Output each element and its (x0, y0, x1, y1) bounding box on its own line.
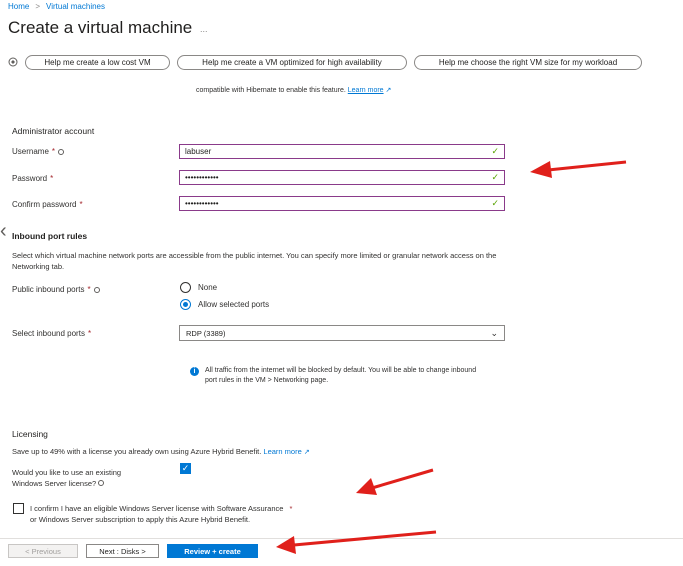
annotation-arrow-licensing (356, 468, 434, 495)
annotation-arrows (276, 160, 627, 554)
annotation-arrow-credentials (530, 160, 627, 178)
annotation-arrow-review (276, 530, 437, 554)
